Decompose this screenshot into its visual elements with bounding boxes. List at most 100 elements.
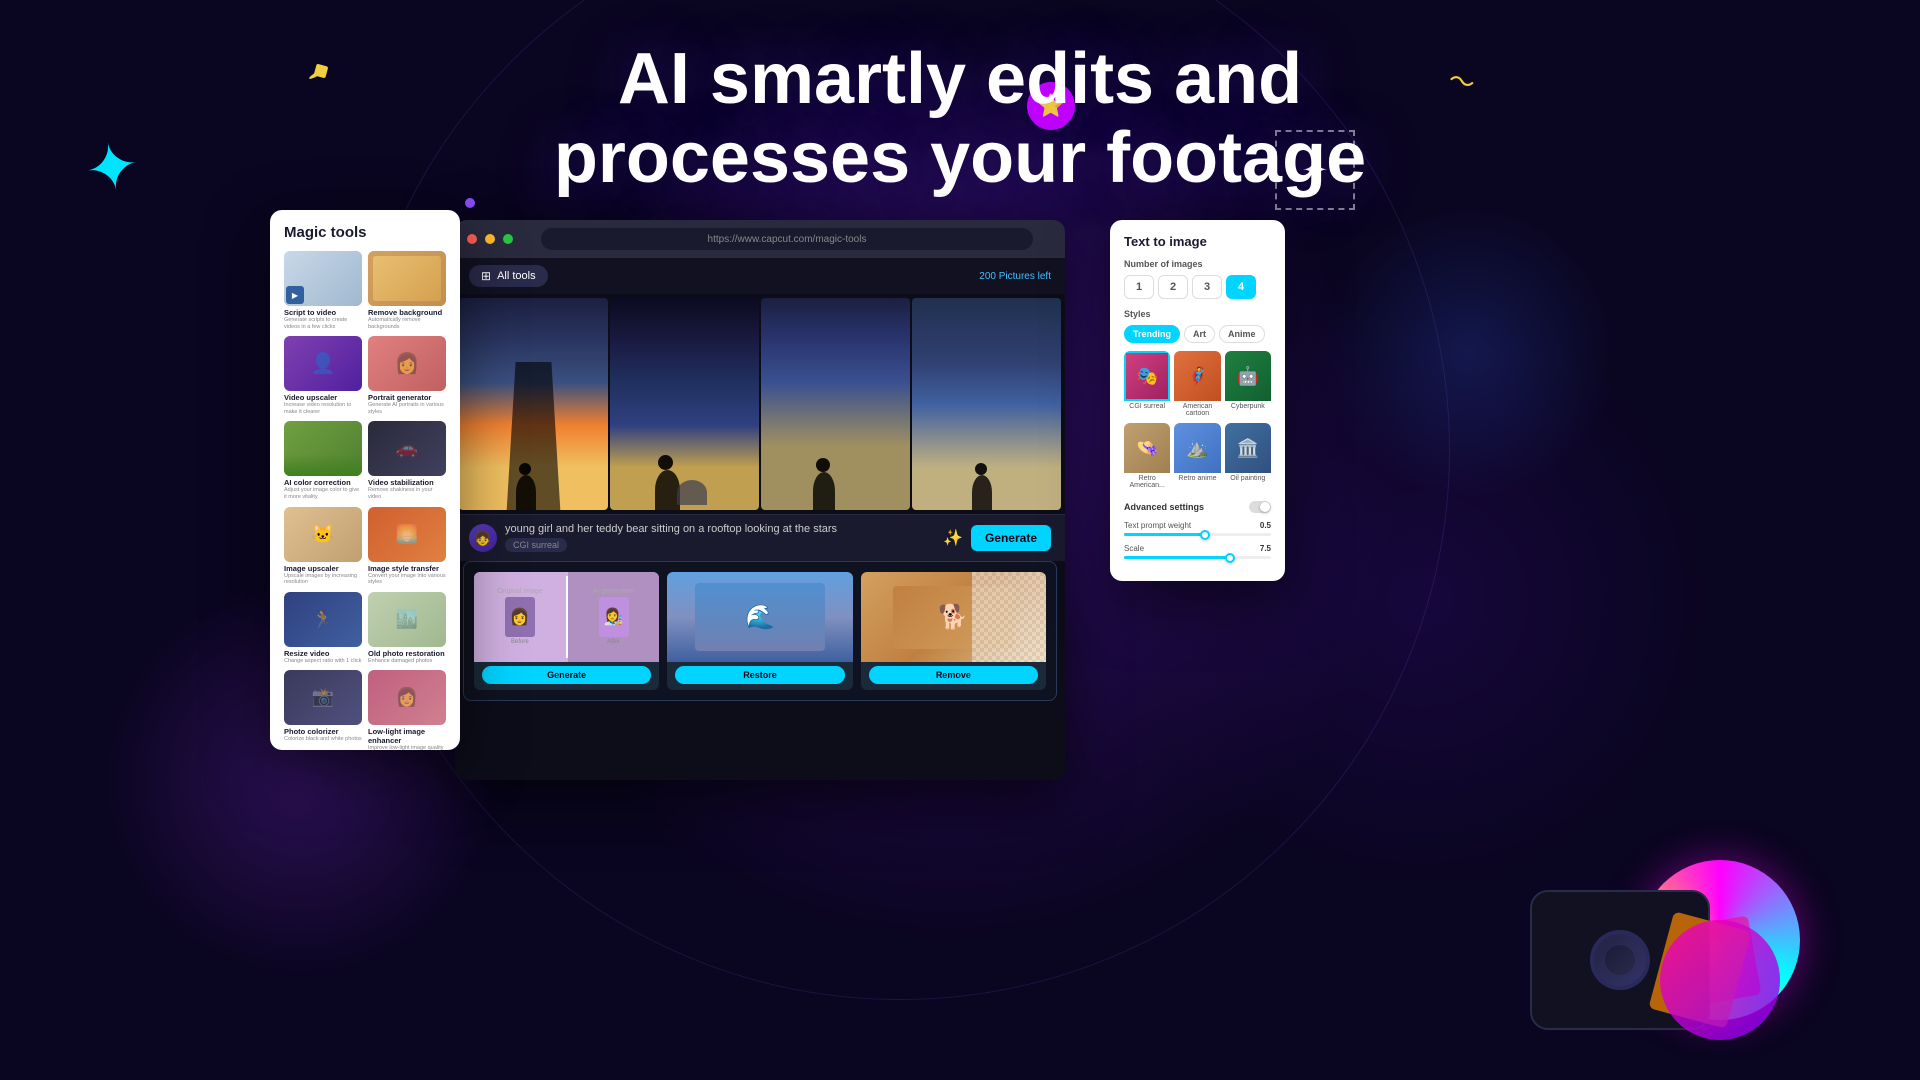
tool-thumb-upscaler: 👤 <box>284 336 362 391</box>
style-name-cgi: CGI surreal <box>1124 401 1170 412</box>
tool-name-imgup: Image upscaler <box>284 564 362 573</box>
prompt-avatar: 👧 <box>469 524 497 552</box>
browser-toolbar: ⊞ All tools 200 Pictures left <box>455 258 1065 294</box>
style-retro[interactable]: 👒 Retro American... <box>1124 423 1170 491</box>
num-images-selector: 1 2 3 4 <box>1124 275 1271 299</box>
tool-photo-colorize[interactable]: 📸 Photo colorizer Colorize black and whi… <box>284 670 362 750</box>
tools-grid: ▶ Script to video Generate scripts to cr… <box>284 251 446 750</box>
tool-desc-style: Convert your image into various styles <box>368 573 446 586</box>
num-btn-2[interactable]: 2 <box>1158 275 1188 299</box>
tpw-thumb <box>1200 530 1210 540</box>
tool-video-upscaler[interactable]: 👤 Video upscaler Increase video resoluti… <box>284 336 362 415</box>
remove-card-button[interactable]: Remove <box>869 666 1038 684</box>
style-name-retro: Retro American... <box>1124 473 1170 491</box>
style-oil[interactable]: 🏛️ Oil painting <box>1225 423 1271 491</box>
style-thumb-anime: ⛰️ <box>1174 423 1220 473</box>
tool-thumb-stab: 🚗 <box>368 421 446 476</box>
tool-desc-stab: Remove shakiness in your video <box>368 487 446 500</box>
prompt-main-text: young girl and her teddy bear sitting on… <box>505 523 935 535</box>
all-tools-button[interactable]: ⊞ All tools <box>469 265 548 287</box>
tool-ai-color[interactable]: AI color correction Adjust your image co… <box>284 421 362 500</box>
tool-style-transfer[interactable]: 🌅 Image style transfer Convert your imag… <box>368 507 446 586</box>
tool-desc-script: Generate scripts to create videos in a f… <box>284 317 362 330</box>
style-cyberpunk[interactable]: 🤖 Cyberpunk <box>1225 351 1271 419</box>
headline-text: AI smartly edits and processes your foot… <box>0 40 1920 198</box>
color-wheel-deco <box>1640 860 1800 1020</box>
scale-label-row: Scale 7.5 <box>1124 544 1271 553</box>
tool-img-upscaler[interactable]: 🐱 Image upscaler Upscale images by incre… <box>284 507 362 586</box>
wand-icon[interactable]: ✨ <box>943 528 963 548</box>
num-btn-1[interactable]: 1 <box>1124 275 1154 299</box>
tool-thumb-portrait: 👩 <box>368 336 446 391</box>
card-inner-generate: Original image 👩 Before AI generation 👩‍… <box>474 572 659 662</box>
tool-resize-video[interactable]: 🏃 Resize video Change aspect ratio with … <box>284 592 362 665</box>
advanced-toggle[interactable] <box>1249 501 1271 513</box>
pictures-counter: 200 Pictures left <box>979 271 1051 282</box>
scale-fill <box>1124 556 1230 559</box>
restore-card-button[interactable]: Restore <box>675 666 844 684</box>
scene-image-3 <box>761 298 910 510</box>
tool-thumb-color <box>284 421 362 476</box>
generate-button[interactable]: Generate <box>971 525 1051 551</box>
pink-rect-deco <box>1689 915 1762 1004</box>
headline-line2: processes your footage <box>554 118 1366 198</box>
tool-script-to-video[interactable]: ▶ Script to video Generate scripts to cr… <box>284 251 362 330</box>
tool-video-stab[interactable]: 🚗 Video stabilization Remove shakiness i… <box>368 421 446 500</box>
style-thumb-cyberpunk: 🤖 <box>1225 351 1271 401</box>
tool-lowlight[interactable]: 👩 Low-light image enhancer Improve low-l… <box>368 670 446 750</box>
tool-thumb-remove <box>368 251 446 306</box>
num-images-label: Number of images <box>1124 259 1271 269</box>
tool-remove-bg[interactable]: Remove background Automatically remove b… <box>368 251 446 330</box>
url-text: https://www.capcut.com/magic-tools <box>708 234 867 245</box>
pink-blob-deco <box>1660 920 1780 1040</box>
tool-name-stab: Video stabilization <box>368 478 446 487</box>
browser-close-dot[interactable] <box>467 234 477 244</box>
tab-art[interactable]: Art <box>1184 325 1215 343</box>
style-thumb-cgi: 🎭 <box>1124 351 1170 401</box>
style-tabs-row: Trending Art Anime <box>1124 325 1271 343</box>
tpw-track[interactable] <box>1124 533 1271 536</box>
scene-image-2 <box>610 298 759 510</box>
after-panel: AI generation 👩‍🎨 After <box>568 572 660 662</box>
generate-card-button[interactable]: Generate <box>482 666 651 684</box>
tool-desc-upscaler: Increase video resolution to make it cle… <box>284 402 362 415</box>
style-name-anime: Retro anime <box>1174 473 1220 484</box>
style-cgi[interactable]: 🎭 CGI surreal <box>1124 351 1170 419</box>
tool-portrait-gen[interactable]: 👩 Portrait generator Generate AI portrai… <box>368 336 446 415</box>
tool-thumb-oil: 🏙️ <box>368 592 446 647</box>
num-btn-3[interactable]: 3 <box>1192 275 1222 299</box>
bottom-card-remove[interactable]: 🐕 Remove <box>861 572 1046 690</box>
tool-thumb-colorize: 📸 <box>284 670 362 725</box>
grid-icon: ⊞ <box>481 269 491 283</box>
tool-name-colorize: Photo colorizer <box>284 727 362 736</box>
tab-anime[interactable]: Anime <box>1219 325 1265 343</box>
bottom-card-generate[interactable]: Original image 👩 Before AI generation 👩‍… <box>474 572 659 690</box>
bottom-cards-section: Original image 👩 Before AI generation 👩‍… <box>463 561 1057 701</box>
tool-thumb-resize: 🏃 <box>284 592 362 647</box>
browser-minimize-dot[interactable] <box>485 234 495 244</box>
tool-name-upscaler: Video upscaler <box>284 393 362 402</box>
browser-maximize-dot[interactable] <box>503 234 513 244</box>
style-american[interactable]: 🦸 American cartoon <box>1174 351 1220 419</box>
prompt-tag: CGI surreal <box>505 538 567 552</box>
bottom-card-restore[interactable]: 🌊 Restore <box>667 572 852 690</box>
tpw-fill <box>1124 533 1205 536</box>
tab-trending[interactable]: Trending <box>1124 325 1180 343</box>
tool-photo-restore[interactable]: 🏙️ Old photo restoration Enhance damaged… <box>368 592 446 665</box>
tool-desc-color: Adjust your image color to give it more … <box>284 487 362 500</box>
scale-track[interactable] <box>1124 556 1271 559</box>
browser-content: ⊞ All tools 200 Pictures left <box>455 258 1065 780</box>
tool-thumb-script: ▶ <box>284 251 362 306</box>
scale-value: 7.5 <box>1260 544 1271 553</box>
tool-thumb-imgup: 🐱 <box>284 507 362 562</box>
card-inner-remove: 🐕 <box>861 572 1046 662</box>
styles-label: Styles <box>1124 309 1271 319</box>
browser-url-bar[interactable]: https://www.capcut.com/magic-tools <box>541 228 1033 250</box>
purple-dot <box>465 198 475 208</box>
style-retro-anime[interactable]: ⛰️ Retro anime <box>1174 423 1220 491</box>
scale-thumb <box>1225 553 1235 563</box>
browser-titlebar: https://www.capcut.com/magic-tools <box>455 220 1065 258</box>
magic-tools-panel: Magic tools ▶ Script to video Generate s… <box>270 210 460 750</box>
num-btn-4[interactable]: 4 <box>1226 275 1256 299</box>
scene-image-4 <box>912 298 1061 510</box>
